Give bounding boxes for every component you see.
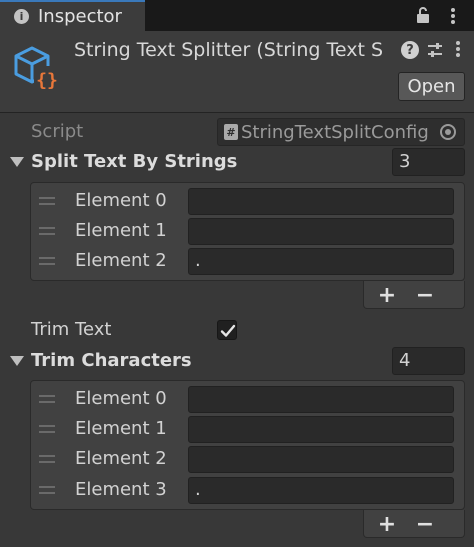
tab-bar: i Inspector	[0, 0, 474, 31]
remove-element-button[interactable]: −	[410, 512, 440, 537]
component-menu-icon[interactable]	[452, 39, 464, 61]
list-item: Element 0	[31, 385, 464, 415]
list-item: Element 1	[31, 217, 464, 247]
remove-element-button[interactable]: −	[410, 283, 440, 308]
element-label: Element 1	[75, 220, 167, 241]
drag-handle-icon[interactable]	[39, 257, 55, 267]
trim-chars-count-field[interactable]: 4	[392, 347, 465, 375]
info-icon: i	[14, 9, 29, 24]
script-label: Script	[31, 121, 84, 142]
component-title: String Text Splitter (String Text S	[74, 39, 384, 61]
list-item: Element 0	[31, 187, 464, 217]
element-label: Element 0	[75, 388, 167, 409]
add-element-button[interactable]: +	[372, 283, 402, 308]
open-button[interactable]: Open	[398, 72, 465, 101]
svg-text:{}: {}	[36, 70, 58, 91]
element-input[interactable]	[188, 386, 454, 413]
checkmark-icon	[220, 324, 236, 337]
drag-handle-icon[interactable]	[39, 455, 55, 465]
split-list: Element 0 Element 1 Element 2 .	[30, 182, 465, 281]
tab-menu-icon[interactable]	[446, 6, 460, 26]
object-picker-icon[interactable]	[440, 124, 456, 140]
list-item: Element 1	[31, 415, 464, 445]
trim-chars-list: Element 0 Element 1 Element 2 Element 3 …	[30, 380, 465, 510]
element-label: Element 3	[75, 479, 167, 500]
element-input[interactable]	[188, 218, 454, 245]
help-icon[interactable]: ?	[401, 41, 419, 59]
element-label: Element 2	[75, 448, 167, 469]
presets-icon[interactable]	[426, 41, 444, 59]
trim-text-checkbox[interactable]	[217, 320, 237, 340]
split-foldout-label[interactable]: Split Text By Strings	[31, 151, 237, 172]
element-input[interactable]	[188, 188, 454, 215]
script-value: StringTextSplitConfig	[241, 121, 429, 143]
drag-handle-icon[interactable]	[39, 227, 55, 237]
inspector-header: {} String Text Splitter (String Text S ?…	[0, 31, 474, 113]
element-label: Element 0	[75, 190, 167, 211]
drag-handle-icon[interactable]	[39, 486, 55, 496]
drag-handle-icon[interactable]	[39, 395, 55, 405]
split-count-field[interactable]: 3	[392, 148, 465, 176]
list-item: Element 2	[31, 445, 464, 475]
trim-chars-list-footer: + −	[363, 510, 465, 538]
split-foldout-arrow-icon[interactable]	[10, 157, 24, 167]
trim-chars-foldout-arrow-icon[interactable]	[10, 356, 24, 366]
split-list-footer: + −	[363, 281, 465, 309]
drag-handle-icon[interactable]	[39, 197, 55, 207]
script-field[interactable]: # StringTextSplitConfig	[217, 118, 465, 146]
trim-chars-foldout-label[interactable]: Trim Characters	[31, 350, 192, 371]
element-input[interactable]: .	[188, 477, 454, 504]
list-item: Element 3 .	[31, 476, 464, 506]
lock-icon[interactable]	[414, 6, 432, 24]
add-element-button[interactable]: +	[372, 512, 402, 537]
element-input[interactable]: .	[188, 248, 454, 275]
drag-handle-icon[interactable]	[39, 425, 55, 435]
tab-label: Inspector	[38, 6, 122, 27]
element-input[interactable]	[188, 416, 454, 443]
tab-inspector[interactable]: i Inspector	[0, 0, 145, 31]
trim-text-label: Trim Text	[31, 319, 112, 340]
element-label: Element 2	[75, 250, 167, 271]
script-asset-icon: {}	[14, 46, 60, 91]
script-hash-icon: #	[224, 124, 238, 140]
element-label: Element 1	[75, 418, 167, 439]
element-input[interactable]	[188, 446, 454, 473]
list-item: Element 2 .	[31, 247, 464, 277]
